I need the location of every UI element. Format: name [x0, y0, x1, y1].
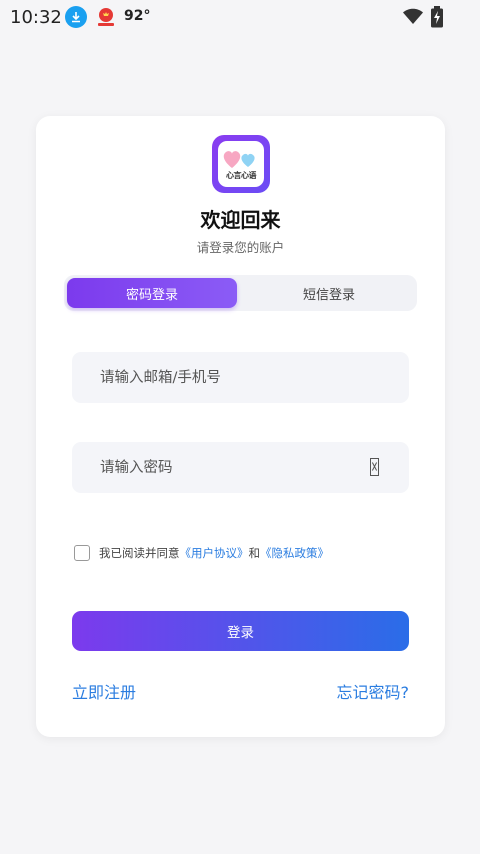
status-time: 10:32 [10, 7, 62, 28]
login-mode-tabs: 密码登录 短信登录 [64, 275, 417, 311]
logo-text: 心言心语 [226, 171, 257, 180]
page-title: 欢迎回来 [200, 208, 281, 232]
login-button[interactable]: 登录 [72, 611, 409, 651]
page-subtitle: 请登录您的账户 [196, 240, 285, 255]
status-bar: 10:32 92° [0, 0, 480, 34]
agreement-row: 我已阅读并同意 《用户协议》 和 《隐私政策》 [74, 545, 329, 561]
password-input[interactable] [100, 442, 370, 493]
password-field [72, 442, 409, 493]
account-field [72, 352, 409, 403]
logo-badge: 心言心语 [218, 141, 264, 187]
wifi-icon [402, 6, 424, 30]
account-input[interactable] [100, 352, 370, 403]
agreement-and: 和 [248, 546, 261, 560]
download-icon [65, 6, 87, 28]
forgot-password-link[interactable]: 忘记密码? [337, 679, 410, 703]
hearts-icon [223, 151, 255, 168]
show-password-icon[interactable] [370, 458, 379, 476]
news-app-icon [94, 6, 118, 28]
privacy-policy-link[interactable]: 《隐私政策》 [260, 545, 329, 561]
status-temperature: 92° [124, 8, 151, 24]
agreement-checkbox[interactable] [74, 545, 90, 561]
app-logo: 心言心语 [212, 135, 270, 193]
tab-sms-login[interactable]: 短信登录 [244, 278, 414, 308]
login-card: 心言心语 欢迎回来 请登录您的账户 密码登录 短信登录 我已阅读并同意 《用户协… [36, 116, 445, 737]
tab-password-login[interactable]: 密码登录 [67, 278, 237, 308]
user-agreement-link[interactable]: 《用户协议》 [180, 545, 249, 561]
battery-icon [430, 6, 444, 32]
agreement-prefix: 我已阅读并同意 [99, 546, 180, 560]
register-link[interactable]: 立即注册 [72, 679, 136, 703]
